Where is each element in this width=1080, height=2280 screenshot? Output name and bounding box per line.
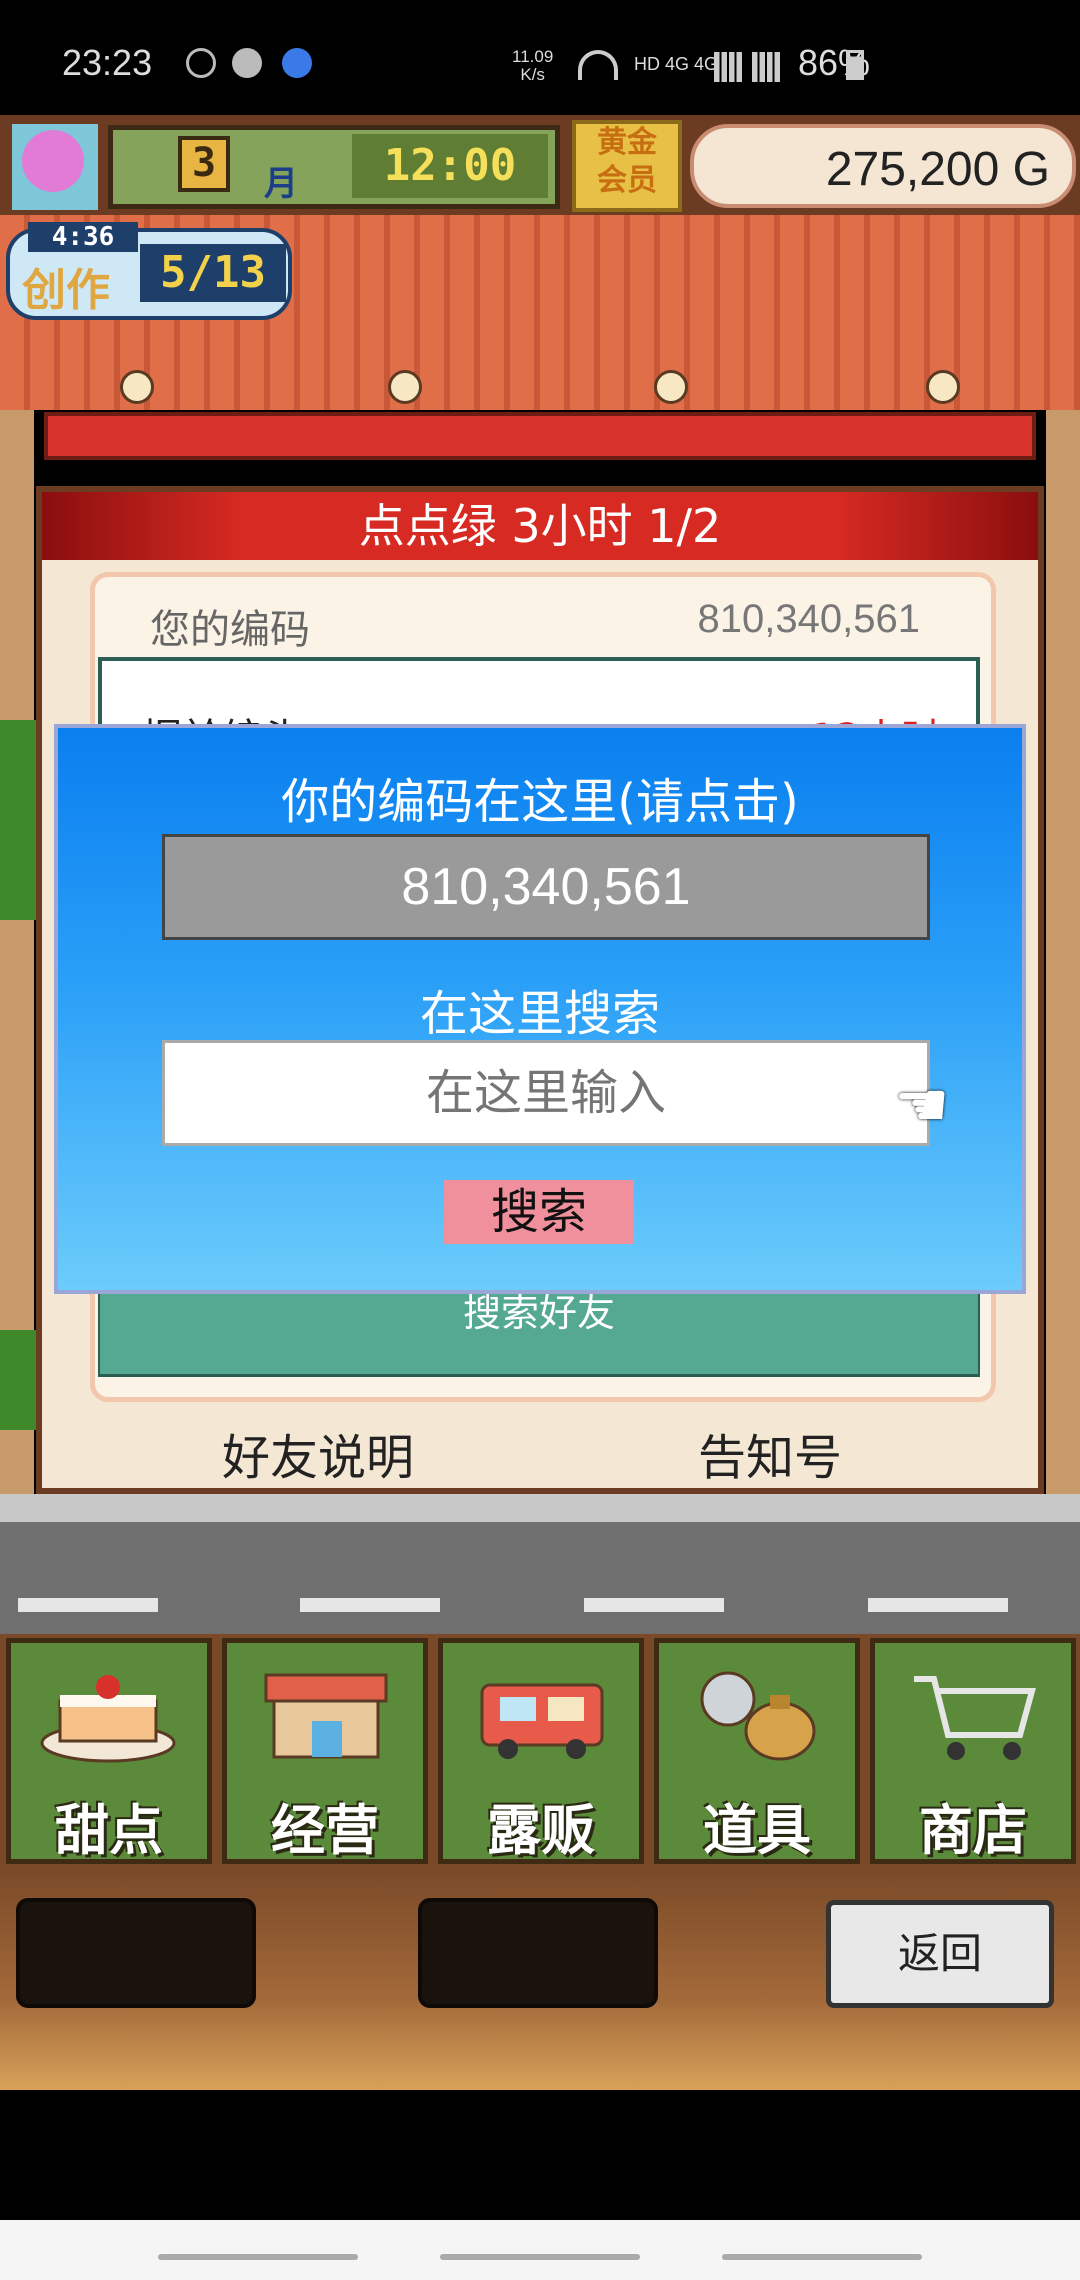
your-code-label: 您的编码 (150, 607, 310, 653)
code-display-button[interactable]: 810,340,561 (162, 834, 930, 940)
nav-home-button[interactable] (440, 2254, 640, 2260)
money-amount: 275,200 G (825, 143, 1050, 196)
network-speed-value: 11.09 (512, 47, 554, 66)
navigation-bar (0, 2220, 1080, 2280)
sidewalk (0, 1494, 1080, 1522)
network-speed: 11.09 K/s (512, 48, 553, 84)
search-button[interactable]: 搜索 (444, 1180, 634, 1244)
network-speed-unit: K/s (520, 65, 545, 84)
road-marking (18, 1598, 158, 1612)
create-count: 5/13 (140, 244, 286, 302)
tree-icon (0, 720, 36, 920)
network-type-label: HD 4G 4G (634, 54, 719, 74)
menu-manage-label: 经营 (271, 1799, 379, 1862)
menu-stall-label: 露贩 (487, 1799, 595, 1862)
month-number: 3 (178, 136, 230, 192)
empty-slot (418, 1898, 658, 2008)
items-bag-icon (688, 1665, 828, 1765)
create-timer: 4:36 (28, 222, 138, 252)
search-input[interactable] (162, 1040, 930, 1146)
awning (44, 412, 1036, 460)
dialog-title: 你的编码在这里(请点击) (281, 774, 799, 830)
gold-member-line1: 黄金 (597, 125, 657, 160)
empty-slot (16, 1898, 256, 2008)
lamp-icon (388, 370, 422, 404)
food-truck-icon (472, 1665, 612, 1765)
create-label: 创作 (22, 265, 110, 316)
status-time: 23:23 (62, 42, 153, 83)
gold-member-button[interactable]: 黄金 会员 (572, 120, 682, 212)
search-label: 在这里搜索 (419, 986, 660, 1042)
lamp-icon (654, 370, 688, 404)
road-marking (584, 1598, 724, 1612)
month-unit: 月 (264, 164, 298, 204)
back-button[interactable]: 返回 (826, 1900, 1054, 2008)
lamp-icon (120, 370, 154, 404)
menu-items-label: 道具 (703, 1799, 811, 1862)
panel-title: 点点绿 3小时 1/2 (358, 499, 722, 553)
road-marking (868, 1598, 1008, 1612)
nav-recents-button[interactable] (158, 2254, 358, 2260)
shopping-cart-icon (904, 1665, 1044, 1765)
notification-icon (186, 48, 216, 78)
nav-back-button[interactable] (722, 2254, 922, 2260)
menu-dessert-label: 甜点 (55, 1799, 163, 1862)
game-clock: 12:00 (352, 134, 548, 198)
battery-icon (846, 50, 864, 80)
friend-help-link[interactable]: 好友说明 (158, 1418, 478, 1488)
pointing-hand-icon: ☚ (894, 1068, 950, 1141)
tree-icon (22, 130, 84, 192)
your-code-value: 810,340,561 (697, 597, 920, 641)
road-marking (300, 1598, 440, 1612)
lamp-icon (926, 370, 960, 404)
shop-building-icon (256, 1665, 396, 1765)
gold-member-line2: 会员 (597, 163, 657, 198)
right-wall (1046, 410, 1080, 1500)
game-controller-icon (232, 48, 262, 78)
signal-icon (714, 52, 742, 82)
cake-icon (38, 1665, 178, 1765)
bush-icon (0, 1330, 36, 1430)
notice-number-link[interactable]: 告知号 (620, 1418, 920, 1488)
menu-store-label: 商店 (919, 1799, 1027, 1862)
signal-icon-2 (752, 52, 780, 82)
qq-icon (282, 48, 312, 78)
